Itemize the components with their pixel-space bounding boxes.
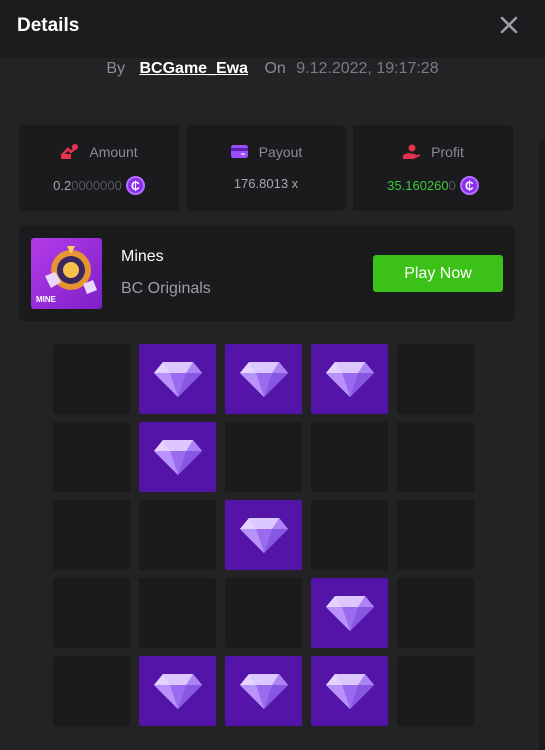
profit-label: Profit bbox=[431, 143, 464, 160]
grid-tile-gem[interactable] bbox=[225, 500, 302, 570]
grid-tile-empty[interactable] bbox=[397, 422, 474, 492]
gem-icon bbox=[239, 672, 289, 710]
grid-tile-empty[interactable] bbox=[311, 500, 388, 570]
grid-tile-gem[interactable] bbox=[139, 422, 216, 492]
payout-label: Payout bbox=[258, 143, 303, 160]
grid-tile-empty[interactable] bbox=[311, 422, 388, 492]
bc-coin-icon: ₵ bbox=[459, 176, 479, 195]
game-card: MINE Mines BC Originals Play Now bbox=[19, 226, 515, 321]
profit-value: 35.1602600 bbox=[387, 178, 456, 193]
grid-tile-gem[interactable] bbox=[311, 344, 388, 414]
gem-icon bbox=[153, 438, 203, 476]
grid-tile-empty[interactable] bbox=[53, 578, 130, 648]
mines-grid bbox=[53, 344, 474, 726]
grid-tile-empty[interactable] bbox=[397, 344, 474, 414]
grid-tile-empty[interactable] bbox=[139, 578, 216, 648]
thumb-tag: MINE bbox=[36, 295, 56, 304]
amount-icon bbox=[60, 143, 79, 160]
bet-datetime: 9.12.2022, 19:17:28 bbox=[296, 60, 439, 77]
by-label: By bbox=[106, 60, 126, 77]
gem-icon bbox=[325, 360, 375, 398]
details-header: Details bbox=[0, 0, 545, 58]
amount-label: Amount bbox=[89, 143, 138, 160]
play-now-button[interactable]: Play Now bbox=[373, 255, 503, 292]
gem-icon bbox=[325, 594, 375, 632]
grid-tile-gem[interactable] bbox=[225, 344, 302, 414]
wallet-card-icon bbox=[230, 143, 249, 160]
scrollbar-track[interactable] bbox=[539, 140, 545, 750]
grid-tile-gem[interactable] bbox=[139, 344, 216, 414]
bet-stats: Amount 0.20000000 ₵ Payout 176.8013 x Pr… bbox=[19, 125, 513, 211]
amount-value: 0.20000000 bbox=[53, 178, 122, 193]
grid-tile-empty[interactable] bbox=[139, 500, 216, 570]
grid-tile-gem[interactable] bbox=[311, 578, 388, 648]
grid-tile-empty[interactable] bbox=[225, 422, 302, 492]
gem-icon bbox=[325, 672, 375, 710]
gem-icon bbox=[239, 360, 289, 398]
profit-card: Profit 35.1602600 ₵ bbox=[353, 125, 513, 211]
on-label: On bbox=[264, 60, 286, 77]
mines-game-thumbnail[interactable]: MINE bbox=[31, 238, 102, 309]
grid-tile-empty[interactable] bbox=[397, 500, 474, 570]
profit-hand-icon bbox=[402, 143, 421, 160]
grid-tile-empty[interactable] bbox=[53, 344, 130, 414]
username-link[interactable]: BCGame_Ewa bbox=[140, 60, 249, 77]
dialog-title: Details bbox=[17, 15, 80, 36]
grid-tile-empty[interactable] bbox=[225, 578, 302, 648]
grid-tile-empty[interactable] bbox=[397, 656, 474, 726]
payout-card: Payout 176.8013 x bbox=[186, 125, 346, 211]
gem-icon bbox=[239, 516, 289, 554]
close-icon[interactable] bbox=[496, 12, 522, 38]
grid-tile-empty[interactable] bbox=[53, 656, 130, 726]
grid-tile-gem[interactable] bbox=[225, 656, 302, 726]
grid-tile-empty[interactable] bbox=[53, 500, 130, 570]
game-name: Mines bbox=[121, 248, 164, 265]
grid-tile-empty[interactable] bbox=[53, 422, 130, 492]
game-provider: BC Originals bbox=[121, 280, 211, 297]
payout-value: 176.8013 x bbox=[233, 176, 299, 191]
grid-tile-gem[interactable] bbox=[139, 656, 216, 726]
grid-tile-empty[interactable] bbox=[397, 578, 474, 648]
grid-tile-gem[interactable] bbox=[311, 656, 388, 726]
bc-coin-icon: ₵ bbox=[125, 176, 145, 195]
gem-icon bbox=[153, 360, 203, 398]
bet-byline: By BCGame_Ewa On 9.12.2022, 19:17:28 bbox=[0, 60, 545, 78]
amount-card: Amount 0.20000000 ₵ bbox=[19, 125, 179, 211]
gem-icon bbox=[153, 672, 203, 710]
